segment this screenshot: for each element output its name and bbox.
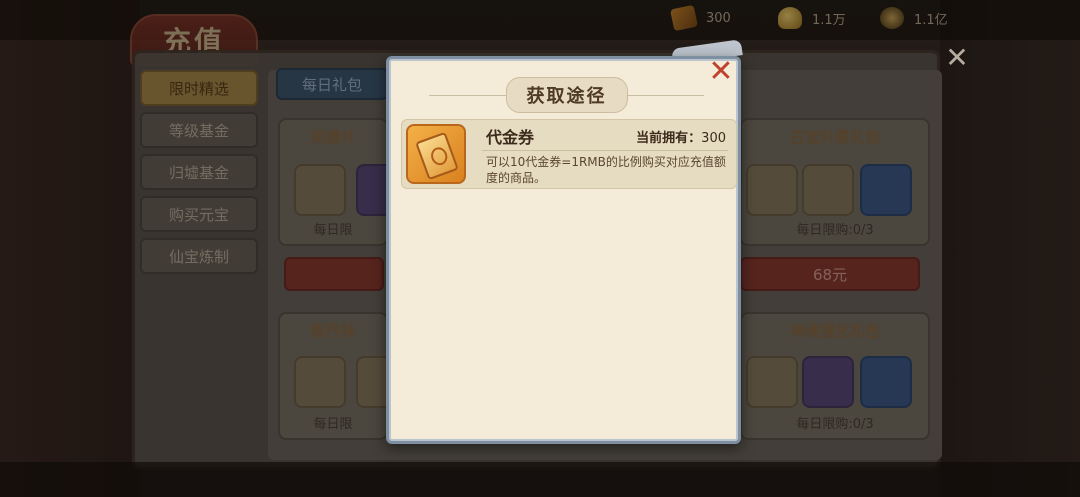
voucher-ticket-shape xyxy=(415,131,459,181)
item-name: 代金券 xyxy=(486,128,535,147)
shop-close-icon[interactable]: ✕ xyxy=(942,44,972,74)
modal-header: 获取途径 xyxy=(389,77,744,113)
source-modal: 获取途径 代金券 当前拥有：300 可以10代金券=1RMB的比例购买对应充值额… xyxy=(386,56,741,444)
modal-title: 获取途径 xyxy=(505,77,628,113)
title-divider xyxy=(614,95,704,96)
item-info-row: 代金券 当前拥有：300 可以10代金券=1RMB的比例购买对应充值额度的商品。 xyxy=(401,119,737,189)
modal-close-icon[interactable]: ✕ xyxy=(706,57,736,88)
item-divider xyxy=(482,150,728,151)
owned-value: 300 xyxy=(701,131,726,146)
voucher-icon xyxy=(406,124,466,184)
owned-label: 当前拥有： xyxy=(636,131,702,146)
item-owned: 当前拥有：300 xyxy=(636,127,726,146)
item-description: 可以10代金券=1RMB的比例购买对应充值额度的商品。 xyxy=(486,155,726,185)
